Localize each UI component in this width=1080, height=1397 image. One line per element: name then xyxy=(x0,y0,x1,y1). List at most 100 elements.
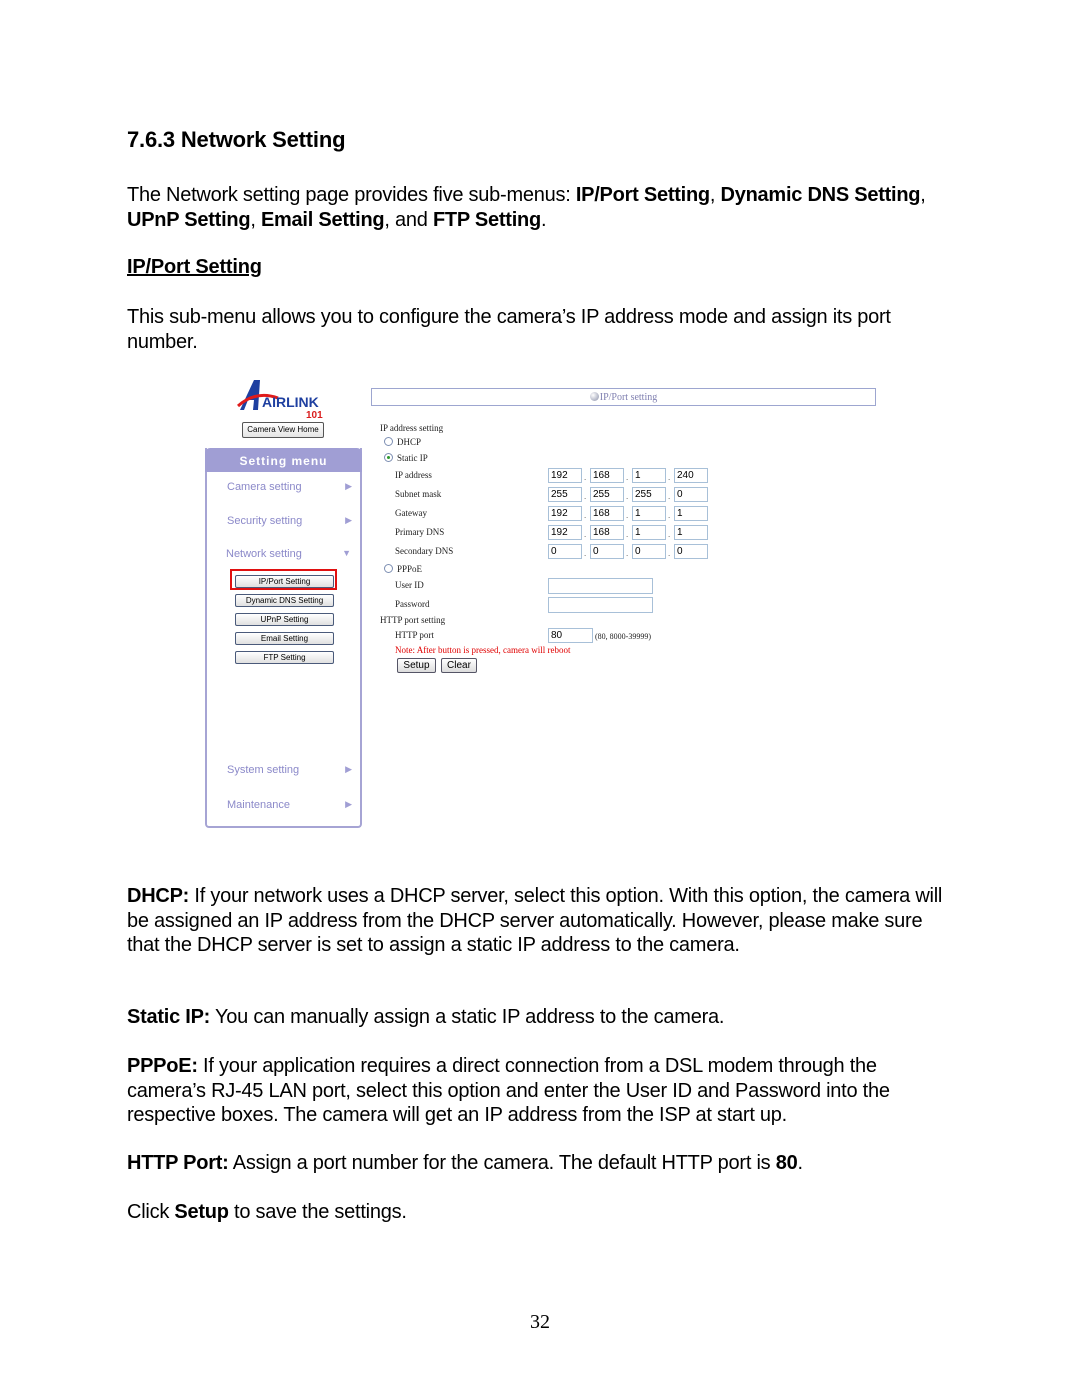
ip-octet-input[interactable]: 1 xyxy=(632,525,666,540)
static-ip-term: Static IP: xyxy=(127,1006,211,1028)
dhcp-option[interactable]: DHCP xyxy=(384,437,421,447)
arrow-right-icon: ▶ xyxy=(345,515,352,525)
ip-octet-input[interactable]: 255 xyxy=(548,487,582,502)
dhcp-text: If your network uses a DHCP server, sele… xyxy=(127,885,943,956)
ip-octet-input[interactable]: 255 xyxy=(632,487,666,502)
menu-item-system-setting[interactable]: System setting ▶ xyxy=(227,764,352,776)
intro-bold-ddns: Dynamic DNS Setting xyxy=(720,184,921,206)
ip-octet-input[interactable]: 192 xyxy=(548,468,582,483)
octet-separator: . xyxy=(668,473,671,482)
intro-text: , xyxy=(709,184,721,206)
submenu-email-setting[interactable]: Email Setting xyxy=(235,632,334,645)
octet-separator: . xyxy=(668,492,671,501)
ip-octet-input[interactable]: 168 xyxy=(590,525,624,540)
arrow-right-icon: ▶ xyxy=(345,799,352,809)
static-ip-option[interactable]: Static IP xyxy=(384,453,428,463)
http-port-setting-label: HTTP port setting xyxy=(380,615,446,625)
menu-item-label: Security setting xyxy=(227,515,303,527)
intro-text: The Network setting page provides five s… xyxy=(127,184,576,206)
dhcp-description: DHCP: If your network uses a DHCP server… xyxy=(127,884,957,958)
submenu-dynamic-dns-setting[interactable]: Dynamic DNS Setting xyxy=(235,594,334,607)
setting-menu-header: Setting menu xyxy=(205,448,362,472)
ip-octet-input[interactable]: 0 xyxy=(674,487,708,502)
intro-text: . xyxy=(540,208,547,231)
octet-separator: . xyxy=(668,530,671,539)
panel-title: IP/Port setting xyxy=(599,392,658,403)
octet-separator: . xyxy=(584,511,587,520)
ip-octet-input[interactable]: 0 xyxy=(674,544,708,559)
subsection-heading: IP/Port Setting xyxy=(127,256,262,278)
octet-separator: . xyxy=(668,549,671,558)
ip-row-label: Gateway xyxy=(395,508,427,518)
ip-octet-input[interactable]: 0 xyxy=(590,544,624,559)
octet-separator: . xyxy=(584,473,587,482)
http-port-range: (80, 8000-39999) xyxy=(595,632,651,641)
ip-octet-input[interactable]: 192 xyxy=(548,525,582,540)
clear-button[interactable]: Clear xyxy=(441,658,477,673)
menu-item-camera-setting[interactable]: Camera setting ▶ xyxy=(227,481,352,493)
camera-view-home-button[interactable]: Camera View Home xyxy=(242,422,324,438)
ip-octet-input[interactable]: 1 xyxy=(632,468,666,483)
airlink-logo: AIRLINK 101 xyxy=(236,376,336,421)
menu-item-security-setting[interactable]: Security setting ▶ xyxy=(227,515,352,527)
intro-text: , and xyxy=(384,208,433,231)
intro-bold-email: Email Setting xyxy=(260,208,385,231)
dhcp-radio[interactable] xyxy=(384,437,393,446)
reboot-note: Note: After button is pressed, camera wi… xyxy=(395,645,571,655)
octet-separator: . xyxy=(626,473,629,482)
pppoe-radio[interactable] xyxy=(384,564,393,573)
setup-button[interactable]: Setup xyxy=(397,658,436,673)
pppoe-label: PPPoE xyxy=(397,564,423,574)
intro-paragraph: The Network setting page provides five s… xyxy=(127,183,957,232)
ip-octet-input[interactable]: 1 xyxy=(674,506,708,521)
ip-octet-input[interactable]: 0 xyxy=(632,544,666,559)
ip-octet-input[interactable]: 1 xyxy=(674,525,708,540)
octet-separator: . xyxy=(584,492,587,501)
intro-bold-upnp: UPnP Setting xyxy=(127,208,251,231)
static-ip-radio[interactable] xyxy=(384,453,393,462)
menu-item-network-setting[interactable]: Network setting ▼ xyxy=(226,548,351,560)
submenu-ipport-setting[interactable]: IP/Port Setting xyxy=(235,575,334,588)
static-ip-description: Static IP: You can manually assign a sta… xyxy=(127,1005,957,1030)
user-id-input[interactable] xyxy=(548,578,653,594)
ip-octet-input[interactable]: 240 xyxy=(674,468,708,483)
password-label: Password xyxy=(395,599,430,609)
click-text-end: to save the settings. xyxy=(228,1201,407,1223)
static-ip-label: Static IP xyxy=(397,453,428,463)
user-id-label: User ID xyxy=(395,580,424,590)
page-number: 32 xyxy=(530,1311,550,1333)
menu-item-maintenance[interactable]: Maintenance ▶ xyxy=(227,799,352,811)
pppoe-text: If your application requires a direct co… xyxy=(127,1055,890,1126)
ip-octet-input[interactable]: 168 xyxy=(590,506,624,521)
http-port-text: Assign a port number for the camera. The… xyxy=(228,1152,776,1174)
click-text: Click xyxy=(127,1201,175,1223)
ip-row-label: IP address xyxy=(395,470,432,480)
password-input[interactable] xyxy=(548,597,653,613)
pppoe-option[interactable]: PPPoE xyxy=(384,564,422,574)
logo-text: AIRLINK xyxy=(262,394,319,410)
octet-separator: . xyxy=(584,549,587,558)
ip-octet-input[interactable]: 255 xyxy=(590,487,624,502)
octet-separator: . xyxy=(668,511,671,520)
arrow-right-icon: ▶ xyxy=(345,764,352,774)
submenu-ftp-setting[interactable]: FTP Setting xyxy=(235,651,334,664)
submenu-upnp-setting[interactable]: UPnP Setting xyxy=(235,613,334,626)
section-heading: 7.6.3 Network Setting xyxy=(127,127,346,152)
http-port-input[interactable]: 80 xyxy=(548,628,593,643)
intro-bold-ipport: IP/Port Setting xyxy=(575,184,710,206)
ip-row-label: Subnet mask xyxy=(395,489,442,499)
ip-octet-input[interactable]: 0 xyxy=(548,544,582,559)
menu-item-label: Camera setting xyxy=(227,481,302,493)
menu-item-label: System setting xyxy=(227,764,300,776)
intro-text: , xyxy=(250,208,261,231)
static-ip-text: You can manually assign a static IP addr… xyxy=(210,1006,725,1028)
arrow-right-icon: ▶ xyxy=(345,481,352,491)
http-port-term: HTTP Port: xyxy=(127,1152,229,1174)
ip-octet-input[interactable]: 192 xyxy=(548,506,582,521)
ip-address-setting-label: IP address setting xyxy=(380,423,444,433)
ip-octet-input[interactable]: 1 xyxy=(632,506,666,521)
octet-separator: . xyxy=(584,530,587,539)
http-port-label: HTTP port xyxy=(395,630,434,640)
dhcp-label: DHCP xyxy=(397,437,422,447)
ip-octet-input[interactable]: 168 xyxy=(590,468,624,483)
